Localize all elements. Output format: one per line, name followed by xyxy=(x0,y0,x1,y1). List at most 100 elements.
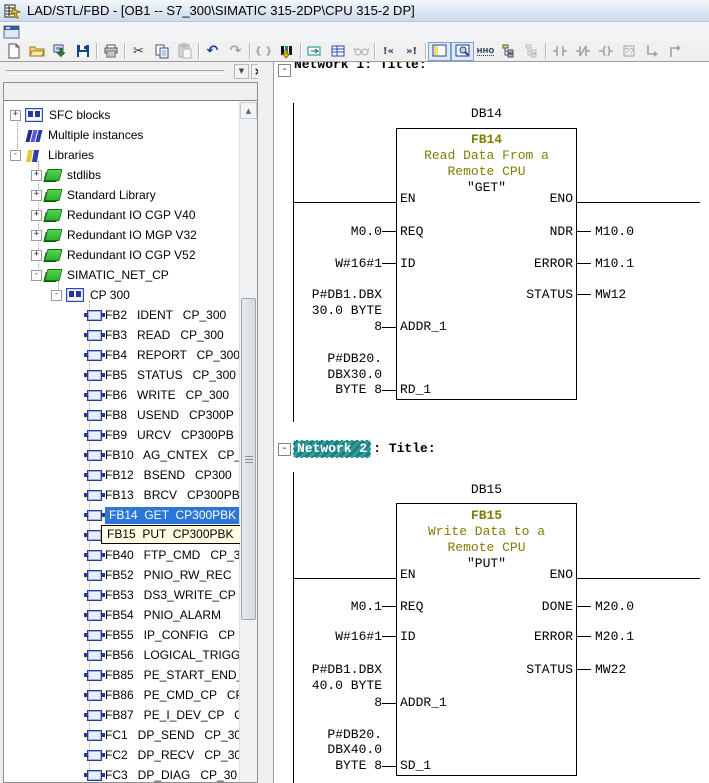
new-button[interactable] xyxy=(2,42,25,61)
expand-toggle[interactable]: + xyxy=(31,210,42,221)
tree-row[interactable]: FB12 BSEND CP300 xyxy=(4,465,240,485)
instance-db-label[interactable]: DB15 xyxy=(396,483,577,497)
tree-row[interactable]: FB54 PNIO_ALARM xyxy=(4,605,240,625)
contact-no-button[interactable] xyxy=(548,42,571,61)
scroll-up-button[interactable]: ▲ xyxy=(240,102,257,119)
param-error[interactable]: ERROR xyxy=(474,630,573,644)
tree-row[interactable]: - Libraries xyxy=(4,145,240,165)
close-branch-button[interactable] xyxy=(663,42,686,61)
operand-error[interactable]: M20.1 xyxy=(595,630,634,644)
param-addr1[interactable]: ADDR_1 xyxy=(400,696,447,710)
param-req[interactable]: REQ xyxy=(400,600,423,614)
menu-item[interactable] xyxy=(41,31,57,33)
contact-nc-button[interactable] xyxy=(571,42,594,61)
param-en[interactable]: EN xyxy=(400,192,416,206)
operand-addr1-line1[interactable]: P#DB1.DBX xyxy=(280,288,382,302)
menu-item[interactable] xyxy=(89,31,105,33)
titlebar[interactable]: LAD/STL/FBD - [OB1 -- S7_300\SIMATIC 315… xyxy=(0,0,709,22)
operand-rd1-line1[interactable]: P#DB20. xyxy=(280,352,382,366)
undo-button[interactable]: ↶ xyxy=(201,42,224,61)
tree-row[interactable]: FB55 IP_CONFIG CP xyxy=(4,625,240,645)
call-structure-button[interactable]: { } xyxy=(252,42,275,61)
operand-id[interactable]: W#16#1 xyxy=(280,257,382,271)
open-button[interactable] xyxy=(25,42,48,61)
operand-sd1-line1[interactable]: P#DB20. xyxy=(280,728,382,742)
instance-db-label[interactable]: DB14 xyxy=(396,107,577,121)
operand-sd1-line3[interactable]: BYTE 8 xyxy=(280,759,382,773)
expand-toggle[interactable]: - xyxy=(51,290,62,301)
operand-rd1-line3[interactable]: BYTE 8 xyxy=(280,383,382,397)
tree-row[interactable]: FB15 PUT CP300PBK xyxy=(4,525,240,545)
tree-row[interactable]: - SIMATIC_NET_CP xyxy=(4,265,240,285)
menu-item[interactable] xyxy=(137,31,153,33)
operand-addr1-line3[interactable]: 8 xyxy=(280,320,382,334)
menu-item[interactable] xyxy=(153,31,169,33)
tree-row[interactable]: FB14 GET CP300PBK xyxy=(4,505,240,525)
redo-button[interactable]: ↷ xyxy=(224,42,247,61)
tree-row[interactable]: + Standard Library xyxy=(4,185,240,205)
program-structure-button[interactable] xyxy=(497,42,520,61)
tree-row[interactable]: + Redundant IO CGP V40 xyxy=(4,205,240,225)
menu-item[interactable] xyxy=(121,31,137,33)
tree-row[interactable]: FB3 READ CP_300 xyxy=(4,325,240,345)
operand-status[interactable]: MW22 xyxy=(595,663,626,677)
operand-error[interactable]: M10.1 xyxy=(595,257,634,271)
operand-status[interactable]: MW12 xyxy=(595,288,626,302)
tree-row[interactable]: FB5 STATUS CP_300 xyxy=(4,365,240,385)
operand-id[interactable]: W#16#1 xyxy=(280,630,382,644)
empty-box-button[interactable]: ?? xyxy=(617,42,640,61)
cut-button[interactable]: ✂ xyxy=(127,42,150,61)
tree-row[interactable]: FB52 PNIO_RW_REC xyxy=(4,565,240,585)
next-error-button[interactable]: »! xyxy=(400,42,423,61)
tree-row[interactable]: FB85 PE_START_END_ xyxy=(4,665,240,685)
tree-row[interactable]: + Redundant IO MGP V32 xyxy=(4,225,240,245)
operand-req[interactable]: M0.1 xyxy=(280,600,382,614)
open-branch-button[interactable] xyxy=(640,42,663,61)
tree-row[interactable]: FC2 DP_RECV CP_30 xyxy=(4,745,240,765)
param-ndr[interactable]: NDR xyxy=(474,225,573,239)
menu-item[interactable] xyxy=(73,31,89,33)
operand-addr1-line2[interactable]: 30.0 BYTE xyxy=(280,304,382,318)
expand-toggle[interactable]: + xyxy=(31,250,42,261)
tree-row[interactable]: Multiple instances xyxy=(4,125,240,145)
print-button[interactable] xyxy=(99,42,122,61)
param-id[interactable]: ID xyxy=(400,257,416,271)
network1-header[interactable]: Network 1: Title: xyxy=(294,62,427,73)
reference-data-button[interactable] xyxy=(520,42,543,61)
child-window-icon[interactable] xyxy=(3,25,21,39)
tree-row[interactable]: FB86 PE_CMD_CP CP xyxy=(4,685,240,705)
param-req[interactable]: REQ xyxy=(400,225,423,239)
prev-error-button[interactable]: !« xyxy=(377,42,400,61)
download-blocks-button[interactable] xyxy=(275,42,298,61)
pane-splitter[interactable] xyxy=(258,62,274,783)
expand-toggle[interactable]: + xyxy=(31,190,42,201)
tree-row[interactable]: FB10 AG_CNTEX CP_ xyxy=(4,445,240,465)
paste-button[interactable] xyxy=(173,42,196,61)
operand-addr1-line2[interactable]: 40.0 BYTE xyxy=(280,679,382,693)
param-eno[interactable]: ENO xyxy=(474,192,573,206)
expand-toggle[interactable]: - xyxy=(31,270,42,281)
operand-ndr[interactable]: M10.0 xyxy=(595,225,634,239)
tree-row[interactable]: FC1 DP_SEND CP_30 xyxy=(4,725,240,745)
operand-addr1-line1[interactable]: P#DB1.DBX xyxy=(280,663,382,677)
download-button[interactable] xyxy=(48,42,71,61)
tree-row[interactable]: FB53 DS3_WRITE_CP xyxy=(4,585,240,605)
param-done[interactable]: DONE xyxy=(474,600,573,614)
operand-done[interactable]: M20.0 xyxy=(595,600,634,614)
overview-pane-button[interactable] xyxy=(428,42,451,61)
param-rd1[interactable]: RD_1 xyxy=(400,383,431,397)
param-sd1[interactable]: SD_1 xyxy=(400,759,431,773)
tree-row[interactable]: + SFC blocks xyxy=(4,105,240,125)
operand-rd1-line2[interactable]: DBX30.0 xyxy=(280,368,382,382)
symbol-table-button[interactable] xyxy=(326,42,349,61)
program-elements-button[interactable] xyxy=(303,42,326,61)
menu-item[interactable] xyxy=(105,31,121,33)
scrollbar-thumb[interactable] xyxy=(241,298,256,620)
copy-button[interactable] xyxy=(150,42,173,61)
param-status[interactable]: STATUS xyxy=(474,663,573,677)
param-status[interactable]: STATUS xyxy=(474,288,573,302)
toolbar-grip[interactable] xyxy=(6,70,224,74)
tree-row[interactable]: FB6 WRITE CP_300 xyxy=(4,385,240,405)
expand-toggle[interactable]: + xyxy=(31,230,42,241)
tree-row[interactable]: FB9 URCV CP300PB xyxy=(4,425,240,445)
